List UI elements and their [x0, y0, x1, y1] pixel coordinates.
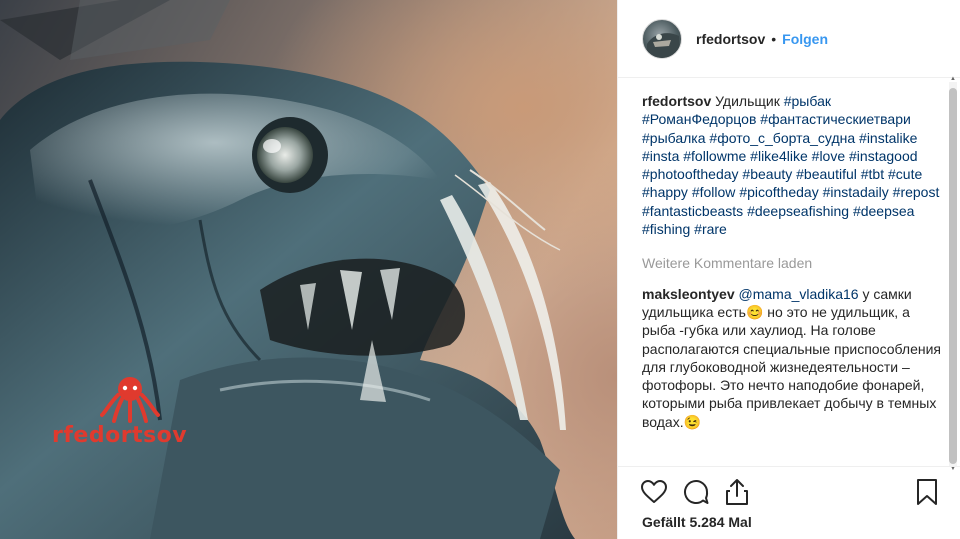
- hashtag-link[interactable]: #фото_с_борта_судна: [709, 130, 855, 146]
- hashtag-link[interactable]: #tbt: [861, 166, 884, 182]
- watermark-text: rfedortsov: [52, 423, 188, 448]
- comment-text-part2: но это не удильщик, а рыба -губка или ха…: [642, 303, 941, 430]
- load-more-comments-button[interactable]: Weitere Kommentare laden: [642, 254, 942, 272]
- hashtag-link[interactable]: #repost: [893, 184, 940, 200]
- caption-username[interactable]: rfedortsov: [642, 93, 711, 109]
- avatar-image: [647, 32, 679, 58]
- hashtag-link[interactable]: #happy: [642, 184, 688, 200]
- hashtag-link[interactable]: #love: [812, 148, 845, 164]
- hashtag-link[interactable]: #beautiful: [796, 166, 857, 182]
- post-photo[interactable]: rfedortsov: [0, 0, 617, 539]
- author-username[interactable]: rfedortsov: [696, 31, 765, 47]
- hashtag-link[interactable]: #instagood: [849, 148, 918, 164]
- smile-emoji-icon: 😊: [745, 303, 764, 320]
- likes-count[interactable]: Gefällt 5.284 Mal: [642, 514, 752, 530]
- hashtag-link[interactable]: #like4like: [750, 148, 808, 164]
- hashtag-link[interactable]: #рыбалка: [642, 130, 706, 146]
- comment-item: maksleontyev @mama_vladika16 у самки уди…: [642, 285, 942, 431]
- hashtag-link[interactable]: #picoftheday: [739, 184, 818, 200]
- post-sidebar: rfedortsov • Folgen rfedortsov Удильщик …: [617, 0, 960, 539]
- hashtag-link[interactable]: #rare: [694, 221, 727, 237]
- comment-username[interactable]: maksleontyev: [642, 286, 735, 302]
- caption: rfedortsov Удильщик #рыбак #РоманФедорцо…: [642, 92, 942, 238]
- hashtag-link[interactable]: #deepseafishing: [747, 203, 849, 219]
- octopus-icon: [100, 377, 160, 423]
- share-icon[interactable]: [722, 477, 752, 507]
- comments-scrollbar[interactable]: ▲ ▼: [947, 76, 959, 472]
- hashtag-link[interactable]: #insta: [642, 148, 679, 164]
- avatar[interactable]: [642, 18, 682, 59]
- hashtag-link[interactable]: #cute: [888, 166, 922, 182]
- caption-hashtags: #рыбак #РоманФедорцов #фантастическиетва…: [642, 93, 939, 237]
- post-header: rfedortsov • Folgen: [618, 0, 960, 78]
- wink-emoji-icon: 😉: [683, 413, 702, 430]
- hashtag-link[interactable]: #РоманФедорцов: [642, 111, 756, 127]
- scroll-thumb[interactable]: [949, 88, 957, 464]
- hashtag-link[interactable]: #follow: [692, 184, 736, 200]
- hashtag-link[interactable]: #фантастическиетвари: [760, 111, 911, 127]
- hashtag-link[interactable]: #рыбак: [784, 93, 831, 109]
- heart-icon[interactable]: [639, 477, 669, 507]
- hashtag-link[interactable]: #instalike: [859, 130, 917, 146]
- hashtag-link[interactable]: #deepsea: [853, 203, 915, 219]
- hashtag-link[interactable]: #fantasticbeasts: [642, 203, 743, 219]
- watermark: rfedortsov: [52, 375, 202, 455]
- hashtag-link[interactable]: #beauty: [742, 166, 792, 182]
- hashtag-link[interactable]: #followme: [683, 148, 746, 164]
- caption-text: Удильщик: [715, 93, 780, 109]
- fish-illustration: [0, 0, 575, 539]
- comment-icon[interactable]: [681, 477, 711, 507]
- follow-button[interactable]: Folgen: [782, 31, 828, 47]
- comment-mention[interactable]: @mama_vladika16: [739, 286, 859, 302]
- hashtag-link[interactable]: #photooftheday: [642, 166, 739, 182]
- comments-list[interactable]: rfedortsov Удильщик #рыбак #РоманФедорцо…: [642, 92, 942, 466]
- hashtag-link[interactable]: #fishing: [642, 221, 690, 237]
- bookmark-icon[interactable]: [912, 477, 942, 507]
- separator-dot: •: [771, 30, 777, 47]
- post-actions: Gefällt 5.284 Mal: [618, 466, 960, 539]
- hashtag-link[interactable]: #instadaily: [823, 184, 889, 200]
